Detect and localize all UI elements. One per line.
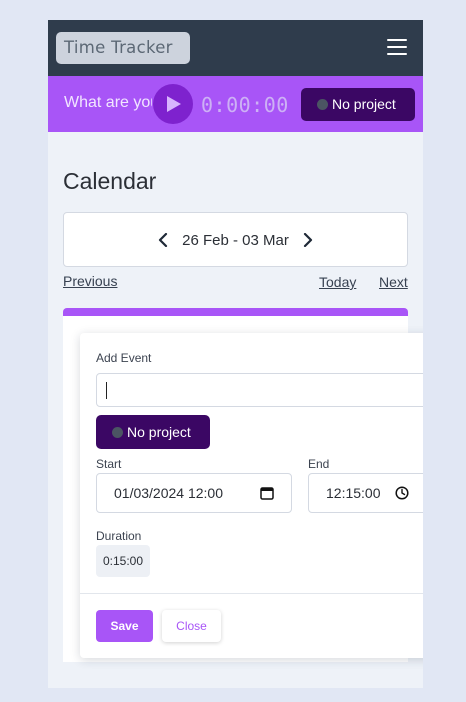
- project-selector-button[interactable]: No project: [301, 88, 415, 121]
- end-time-value: 12:15:00: [326, 485, 381, 501]
- play-icon: [167, 96, 181, 112]
- text-caret: [106, 382, 107, 399]
- start-timer-button[interactable]: [153, 84, 193, 124]
- event-project-label: No project: [127, 424, 191, 440]
- calendar-icon[interactable]: [260, 486, 274, 500]
- duration-label: Duration: [96, 529, 142, 543]
- navbar: Time Tracker: [48, 20, 423, 76]
- save-button[interactable]: Save: [96, 610, 153, 642]
- app-container: Time Tracker What are you working on? 0:…: [48, 20, 423, 688]
- chevron-right-icon[interactable]: [303, 233, 313, 247]
- page-title: Calendar: [63, 168, 157, 194]
- next-week-link[interactable]: Next: [379, 274, 408, 290]
- add-event-modal: Add Event No project Start 01/03/2024 12…: [80, 333, 423, 658]
- timer-bar: What are you working on? 0:00:00 No proj…: [48, 76, 423, 132]
- calendar-header-bar: [63, 308, 408, 316]
- week-range-label: 26 Feb - 03 Mar: [182, 232, 289, 249]
- close-button[interactable]: Close: [162, 610, 221, 642]
- today-link[interactable]: Today: [319, 274, 356, 290]
- project-color-dot: [317, 99, 328, 110]
- event-project-selector-button[interactable]: No project: [96, 415, 210, 449]
- start-label: Start: [96, 457, 122, 471]
- duration-value: 0:15:00: [96, 545, 150, 577]
- timer-display: 0:00:00: [201, 93, 289, 117]
- start-datetime-input[interactable]: 01/03/2024 12:00: [96, 473, 292, 513]
- task-description-input[interactable]: What are you working on?: [64, 94, 152, 112]
- week-navigator: 26 Feb - 03 Mar: [63, 212, 408, 267]
- brand-logo[interactable]: Time Tracker: [56, 32, 190, 64]
- previous-week-link[interactable]: Previous: [63, 273, 117, 289]
- hamburger-menu-icon[interactable]: [387, 39, 407, 55]
- event-name-input[interactable]: [96, 373, 423, 407]
- start-datetime-value: 01/03/2024 12:00: [114, 485, 223, 501]
- modal-divider: [80, 593, 423, 594]
- chevron-left-icon[interactable]: [158, 233, 168, 247]
- project-color-dot: [112, 427, 123, 438]
- add-event-label: Add Event: [96, 351, 152, 365]
- end-time-input[interactable]: 12:15:00: [308, 473, 423, 513]
- end-label: End: [308, 457, 330, 471]
- clock-icon[interactable]: [395, 486, 409, 500]
- project-label: No project: [332, 96, 396, 112]
